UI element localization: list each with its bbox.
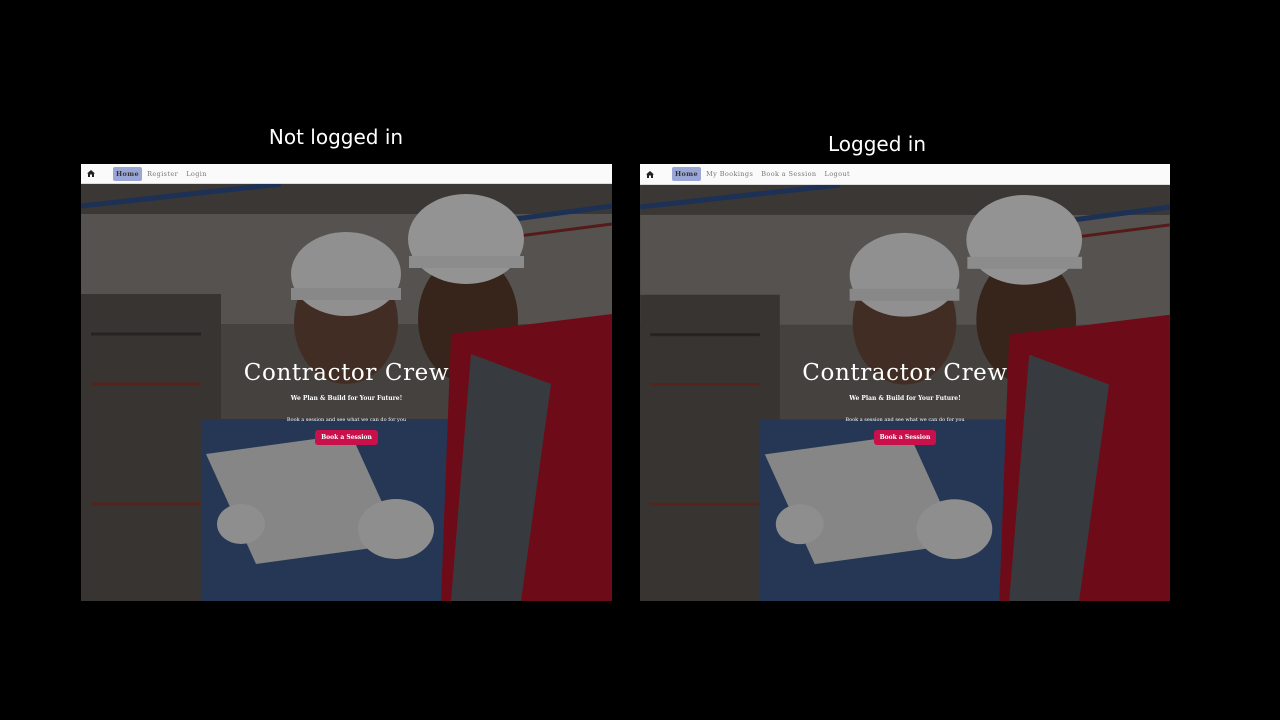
- nav-home[interactable]: Home: [672, 167, 702, 181]
- nav-home[interactable]: Home: [113, 166, 143, 181]
- hero-title: Contractor Crew: [243, 360, 450, 386]
- home-icon[interactable]: [646, 170, 662, 178]
- home-icon[interactable]: [87, 170, 103, 177]
- hero-subtitle: We Plan & Build for Your Future!: [849, 395, 961, 402]
- hero-description: Book a session and see what we can do fo…: [286, 417, 407, 423]
- caption-not-logged-in: Not logged in: [268, 125, 404, 149]
- navbar: Home My Bookings Book a Session Logout: [640, 164, 1170, 185]
- navbar: Home Register Login: [81, 164, 612, 184]
- nav-register[interactable]: Register: [144, 167, 181, 181]
- book-session-button[interactable]: Book a Session: [315, 430, 378, 445]
- hero-title: Contractor Crew: [802, 360, 1008, 386]
- caption-logged-in: Logged in: [827, 132, 926, 156]
- nav-my-bookings[interactable]: My Bookings: [703, 167, 756, 181]
- screenshot-logged-in: Home My Bookings Book a Session Logout C…: [640, 164, 1170, 601]
- hero-content: Contractor Crew We Plan & Build for Your…: [81, 360, 612, 445]
- hero-content: Contractor Crew We Plan & Build for Your…: [640, 360, 1170, 445]
- nav-book-session[interactable]: Book a Session: [758, 167, 819, 181]
- nav-logout[interactable]: Logout: [822, 167, 854, 181]
- hero-section: Contractor Crew We Plan & Build for Your…: [640, 185, 1170, 601]
- screenshot-not-logged-in: Home Register Login Contractor Crew We P…: [81, 164, 612, 601]
- nav-login[interactable]: Login: [183, 167, 210, 181]
- book-session-button[interactable]: Book a Session: [873, 430, 937, 445]
- hero-subtitle: We Plan & Build for Your Future!: [290, 395, 403, 402]
- hero-description: Book a session and see what we can do fo…: [845, 417, 965, 423]
- hero-section: Contractor Crew We Plan & Build for Your…: [81, 184, 612, 601]
